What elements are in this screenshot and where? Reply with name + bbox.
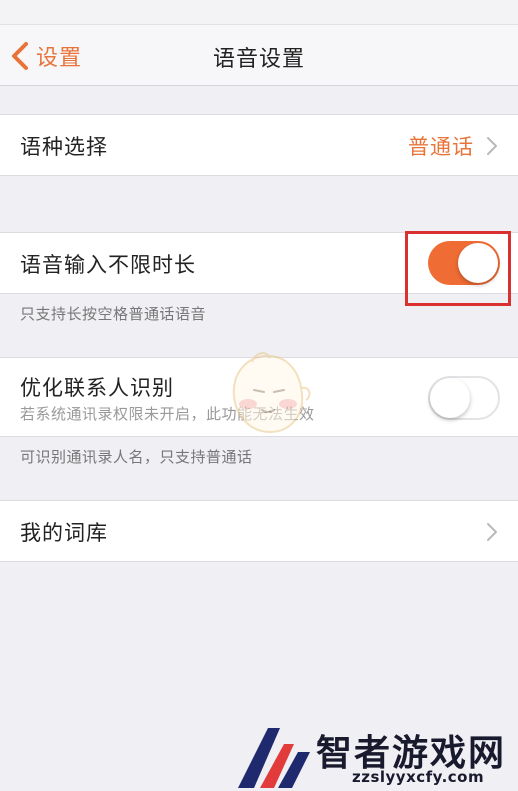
language-select-row[interactable]: 语种选择 普通话 bbox=[0, 114, 518, 176]
toggle-knob bbox=[430, 378, 470, 418]
unlimited-input-label: 语音输入不限时长 bbox=[20, 253, 196, 277]
brand-watermark: 智者游戏网 zzslyyxcfy.com bbox=[234, 722, 518, 791]
contacts-recognition-footnote: 可识别通讯录人名，只支持普通话 bbox=[20, 448, 253, 466]
contacts-recognition-label: 优化联系人识别 bbox=[20, 376, 174, 400]
mascot-watermark-icon bbox=[232, 352, 311, 434]
navigation-bar: 设置 语音设置 bbox=[0, 24, 518, 86]
status-bar bbox=[0, 0, 518, 24]
my-dictionary-label: 我的词库 bbox=[20, 521, 108, 545]
contacts-recognition-toggle[interactable] bbox=[428, 376, 500, 420]
language-select-label: 语种选择 bbox=[20, 135, 108, 159]
brand-url: zzslyyxcfy.com bbox=[352, 768, 485, 786]
chevron-right-icon bbox=[487, 137, 497, 155]
language-select-value: 普通话 bbox=[408, 135, 474, 159]
highlight-annotation bbox=[405, 231, 511, 306]
page-title: 语音设置 bbox=[212, 47, 305, 72]
brand-logo-icon bbox=[238, 728, 310, 788]
my-dictionary-row[interactable]: 我的词库 bbox=[0, 500, 518, 562]
unlimited-input-footnote: 只支持长按空格普通话语音 bbox=[20, 305, 207, 323]
chevron-right-icon bbox=[487, 523, 497, 541]
